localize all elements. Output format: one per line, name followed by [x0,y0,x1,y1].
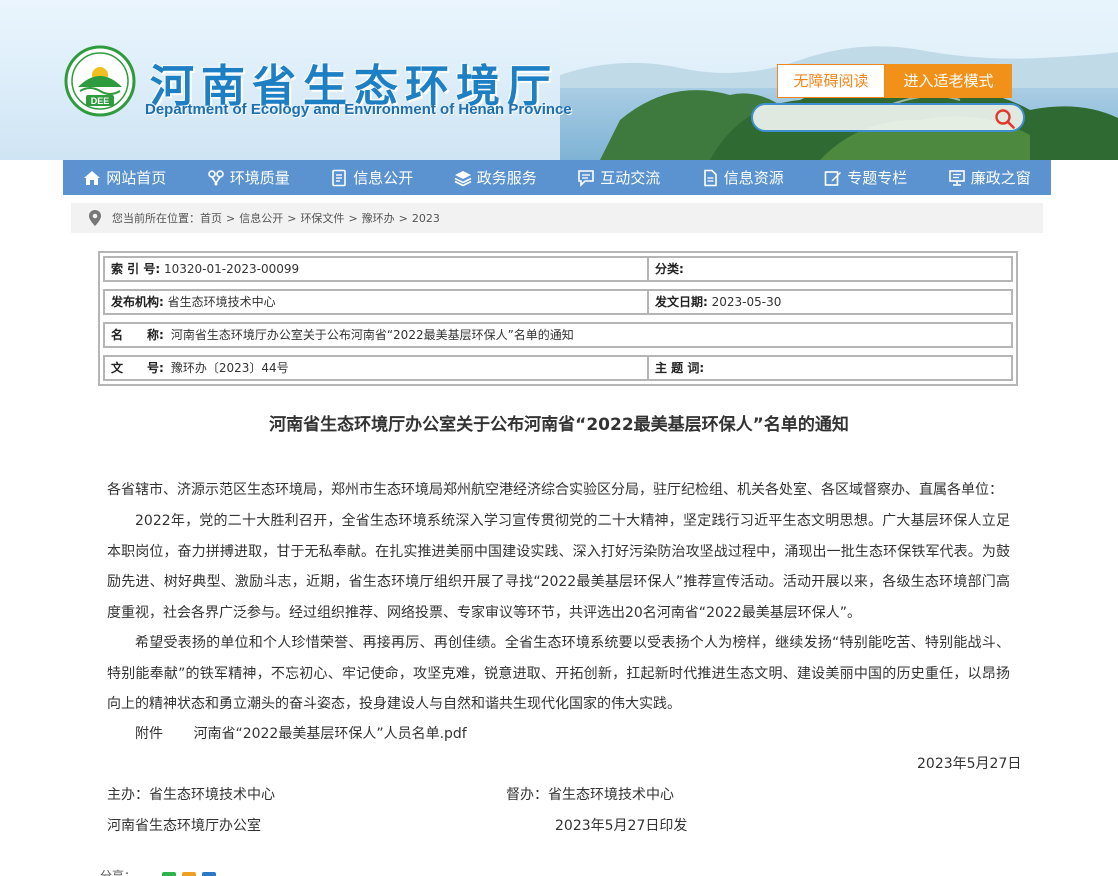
breadcrumb-yuhuanban[interactable]: 豫环办 [362,210,395,226]
nav-item-label: 廉政之窗 [970,169,1031,187]
breadcrumb-home[interactable]: 首页 [200,210,222,226]
layers-icon [454,170,472,186]
meta-label: 分类: [655,262,684,276]
meta-document-number: 豫环办〔2023〕44号 [170,361,289,375]
meta-publisher: 省生态环境技术中心 [167,295,276,309]
nav-item-label: 政务服务 [476,169,537,187]
supervising-organization: 督办：省生态环境技术中心 [506,787,674,803]
accessible-reading-button[interactable]: 无障碍阅读 [777,64,885,98]
monitor-icon [948,169,965,186]
breadcrumb-info-disclosure[interactable]: 信息公开 [239,210,283,226]
nav-item-gov-service[interactable]: 政务服务 [434,160,558,195]
meta-row-publisher: 发布机构: 省生态环境技术中心 发文日期: 2023-05-30 [103,289,1013,315]
nav-item-label: 环境质量 [229,169,290,187]
meta-label: 文 号: [111,361,164,375]
print-date: 2023年5月27日印发 [555,818,688,834]
breadcrumb-separator: > [398,211,408,225]
article-title: 河南省生态环境厅办公室关于公布河南省“2022最美基层环保人”名单的通知 [269,415,849,435]
weibo-share-icon[interactable] [202,872,217,876]
meta-row-name: 名 称: 河南省生态环境厅办公室关于公布河南省“2022最美基层环保人”名单的通… [103,322,1013,348]
nav-item-quality[interactable]: 环境质量 [187,160,311,195]
nav-item-integrity-window[interactable]: 廉政之窗 [928,160,1052,195]
meta-label: 发布机构: [111,295,164,309]
breadcrumb-env-documents[interactable]: 环保文件 [300,210,344,226]
nav-item-home[interactable]: 网站首页 [63,160,187,195]
issuing-office: 河南省生态环境厅办公室 [107,818,261,834]
share-bar: 分享： [100,866,217,876]
article-paragraph: 希望受表扬的单位和个人珍惜荣誉、再接再厉、再创佳绩。全省生态环境系统要以受表扬个… [107,635,1010,712]
search-input[interactable] [765,108,985,128]
document-meta-table: 索 引 号: 10320-01-2023-00099 分类: 发布机构: 省生态… [98,251,1018,386]
breadcrumb: 您当前所在位置： 首页 > 信息公开 > 环保文件 > 豫环办 > 2023 [71,203,1043,233]
breadcrumb-separator: > [226,211,236,225]
meta-label: 索 引 号: [111,262,161,276]
article-greeting: 各省辖市、济源示范区生态环境局，郑州市生态环境局郑州航空港经济综合实验区分局，驻… [107,482,1003,498]
breadcrumb-separator: > [287,211,297,225]
breadcrumb-prefix: 您当前所在位置： [112,212,200,225]
breadcrumb-year[interactable]: 2023 [412,212,440,225]
nav-item-interaction[interactable]: 互动交流 [557,160,681,195]
breadcrumb-separator: > [348,211,358,225]
attachment-line: 附件 河南省“2022最美基层环保人”人员名单.pdf [135,722,467,746]
nav-item-special-topics[interactable]: 专题专栏 [804,160,928,195]
meta-index-number: 10320-01-2023-00099 [163,262,300,276]
search-box [751,103,1025,132]
quality-icon [207,169,224,185]
home-icon [84,170,101,185]
nav-item-label: 互动交流 [600,169,661,187]
meta-publish-date: 2023-05-30 [711,295,782,309]
main-nav: 网站首页 环境质量 信息公开 政务服务 互动交流 信息资源 专题专栏 廉政之窗 [63,160,1051,195]
meta-label: 发文日期: [655,295,708,309]
nav-item-label: 信息公开 [353,169,414,187]
site-subtitle: Department of Ecology and Environment of… [145,101,572,118]
meta-row-index: 索 引 号: 10320-01-2023-00099 分类: [103,256,1013,282]
article-paragraph: 2022年，党的二十大胜利召开，全省生态环境系统深入学习宣传贯彻党的二十大精神，… [107,513,1010,621]
search-icon[interactable] [994,108,1016,130]
nav-item-label: 信息资源 [723,169,784,187]
share-label: 分享： [100,869,137,876]
qzone-share-icon[interactable] [182,872,197,876]
meta-label: 名 称: [111,328,164,342]
elder-mode-button[interactable]: 进入适老模式 [885,64,1012,98]
meta-label: 主 题 词: [655,361,705,375]
meta-document-name: 河南省生态环境厅办公室关于公布河南省“2022最美基层环保人”名单的通知 [170,328,574,342]
chat-icon [578,169,595,187]
edit-icon [824,170,842,186]
host-organization: 主办：省生态环境技术中心 [107,787,275,803]
nav-item-info-disclosure[interactable]: 信息公开 [310,160,434,195]
document-icon [332,169,347,186]
wechat-share-icon[interactable] [162,872,177,876]
svg-text:DEE: DEE [91,96,110,106]
attachment-label: 附件 [135,726,163,742]
nav-item-info-resources[interactable]: 信息资源 [681,160,805,195]
meta-row-docno: 文 号: 豫环办〔2023〕44号 主 题 词: [103,355,1013,381]
document-date: 2023年5月27日 [917,756,1022,772]
department-logo-icon: DEE [64,45,136,117]
file-icon [703,169,717,186]
nav-item-label: 网站首页 [106,169,167,187]
attachment-link[interactable]: 河南省“2022最美基层环保人”人员名单.pdf [193,726,466,742]
nav-item-label: 专题专栏 [847,169,908,187]
site-header-banner: DEE 河南省生态环境厅 Department of Ecology and E… [0,0,1118,160]
location-pin-icon [89,210,101,226]
